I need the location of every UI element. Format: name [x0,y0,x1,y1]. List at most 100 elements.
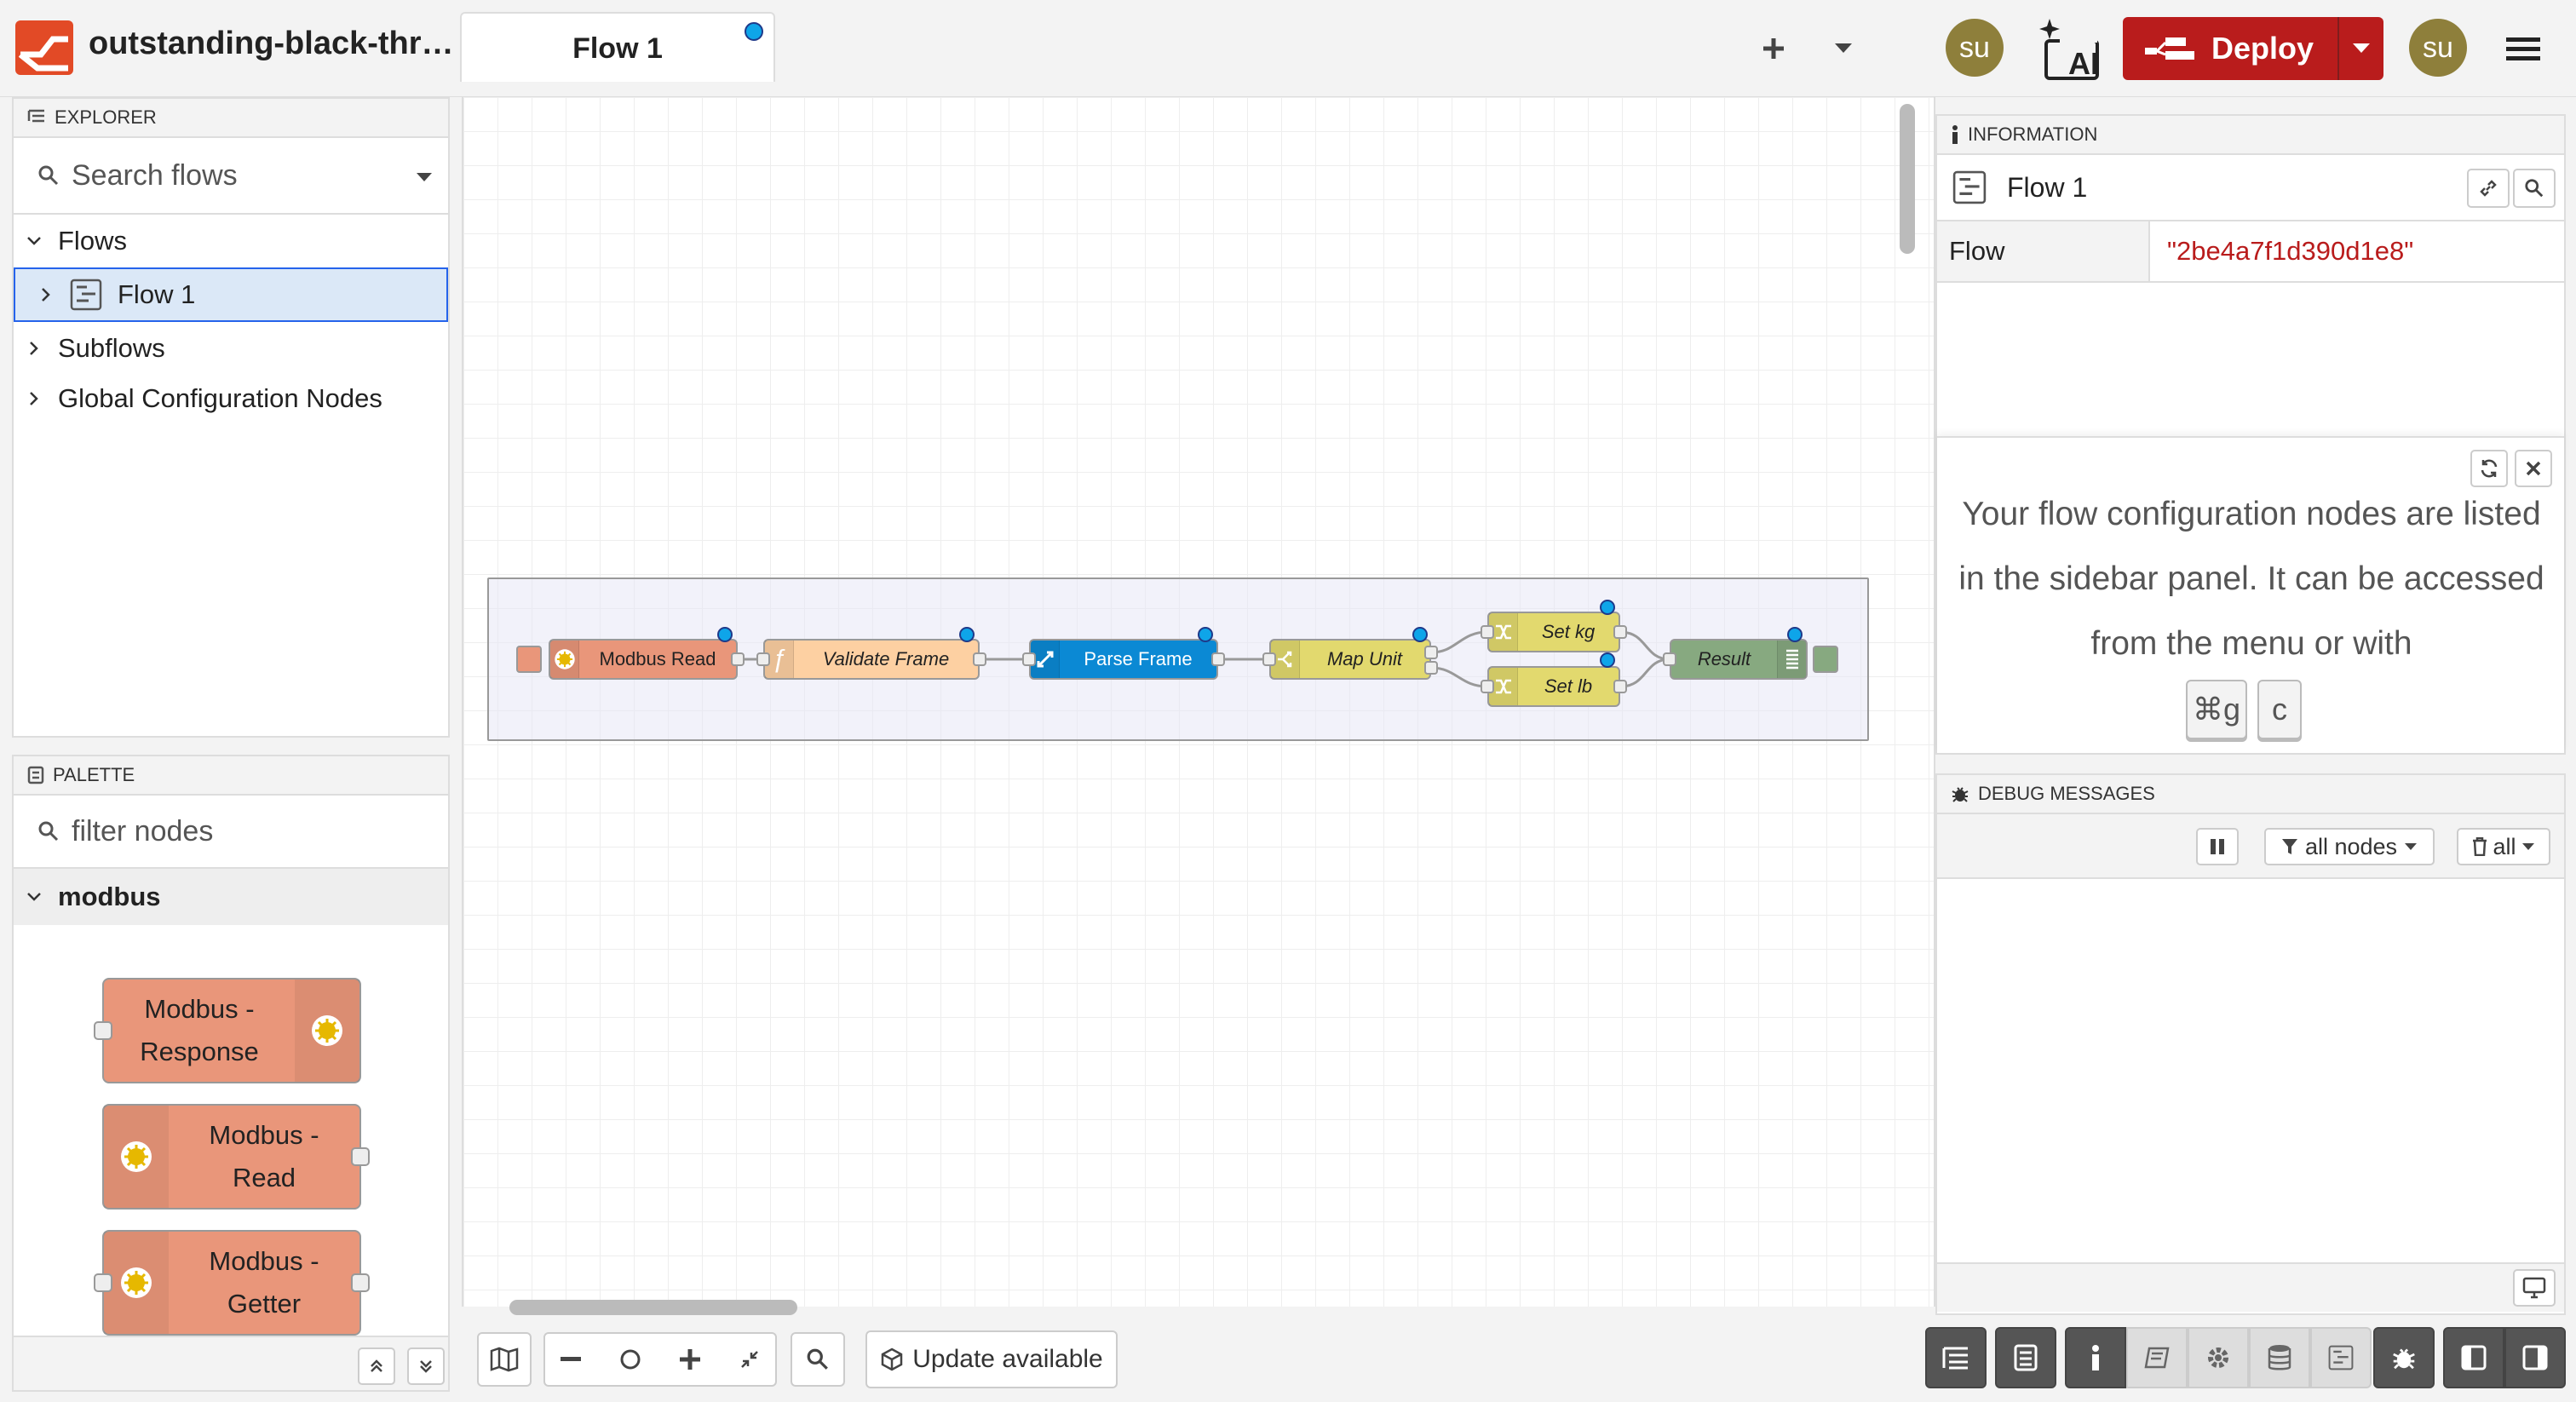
input-port[interactable] [756,652,770,666]
tip-text: Your flow configuration nodes are listed… [1958,496,2544,662]
flow-icon [2328,1345,2354,1370]
changed-dot [1198,627,1213,642]
zoom-reset-button[interactable] [605,1348,656,1370]
zoom-out-button[interactable] [545,1357,596,1362]
flow-node-modbus-read[interactable]: Modbus Read [549,639,738,680]
reveal-button[interactable] [2513,169,2556,208]
prop-key: Flow [1937,221,2150,281]
output-port[interactable] [1613,625,1627,639]
toggle-right-sidebar-button[interactable] [2504,1327,2566,1388]
flow-node-result[interactable]: Result [1670,639,1808,680]
prop-value: "2be4a7f1d390d1e8" [2167,236,2414,266]
sidebar-tab-help[interactable] [2126,1327,2188,1388]
info-icon [1952,125,1958,144]
tree-icon [1942,1347,1968,1370]
modbus-icon [550,641,579,678]
input-port[interactable] [1481,680,1494,693]
flow-node-parse-frame[interactable]: Parse Frame [1029,639,1218,680]
pause-debug-button[interactable] [2196,828,2239,865]
compress-icon [741,1351,758,1368]
output-port[interactable] [1613,680,1627,693]
map-icon [490,1347,519,1372]
kbd-key-1: ⌘g [2186,680,2247,739]
flow-node-set-lb[interactable]: Set lb [1487,666,1620,707]
node-label: Modbus Read [599,648,716,669]
node-label: Parse Frame [1084,648,1193,669]
input-port[interactable] [1663,652,1676,666]
debug-filter-dropdown[interactable]: all nodes [2264,828,2435,865]
search-icon [807,1348,828,1370]
debug-toggle[interactable] [1813,646,1838,673]
sidebar-tab-palette[interactable] [1995,1327,2056,1388]
sidebar-tab-context[interactable] [2249,1327,2310,1388]
node-label: Set lb [1544,675,1593,697]
trash-icon [2473,837,2487,856]
database-icon [2268,1345,2291,1370]
sidebar-tab-explorer[interactable] [1925,1327,1987,1388]
bug-icon [1952,787,1969,802]
sidebar-tab-debug[interactable] [2373,1327,2435,1388]
input-port[interactable] [1481,625,1494,639]
update-available-button[interactable]: Update available [865,1330,1118,1388]
update-label: Update available [912,1345,1103,1373]
sidebar-left-icon [2461,1345,2487,1370]
minus-icon [561,1357,581,1361]
sidebar-tab-flows[interactable] [2310,1327,2372,1388]
debug-list-icon [1777,641,1806,678]
debug-header: DEBUG MESSAGES [1937,775,2564,814]
output-port[interactable] [731,652,745,666]
sidebar-tab-config[interactable] [2188,1327,2249,1388]
caret-down-icon [2405,843,2418,850]
sidebar-tab-info[interactable] [2065,1327,2126,1388]
info-title: INFORMATION [1968,124,2098,145]
search-icon [2525,179,2544,198]
zoom-controls [543,1332,777,1387]
debug-title: DEBUG MESSAGES [1978,783,2155,804]
changed-dot [959,627,975,642]
book-icon [2144,1347,2170,1369]
desktop-icon [2522,1277,2546,1299]
palette-icon [2014,1344,2038,1371]
debug-toolbar: all nodes all [1937,814,2564,879]
info-prop-row: Flow "2be4a7f1d390d1e8" [1937,221,2564,283]
copy-link-button[interactable] [2467,169,2510,208]
open-debug-window-button[interactable] [2513,1269,2556,1307]
navigator-button[interactable] [477,1332,532,1387]
output-port[interactable] [973,652,986,666]
changed-dot [1600,652,1615,668]
flow-node-set-kg[interactable]: Set kg [1487,612,1620,652]
flow-node-validate-frame[interactable]: ƒ Validate Frame [763,639,980,680]
flow-node-map-unit[interactable]: Map Unit [1269,639,1431,680]
output-port-2[interactable] [1424,661,1438,675]
changed-dot [1412,627,1428,642]
bug-icon [2393,1348,2415,1370]
inject-button[interactable] [516,646,542,673]
circle-icon [620,1349,641,1370]
clear-debug-dropdown[interactable]: all [2457,828,2550,865]
input-port[interactable] [1262,652,1276,666]
sidebar-right-icon [2522,1345,2548,1370]
debug-message-list[interactable] [1937,879,2564,1262]
filter-icon [2281,839,2297,854]
pause-icon [2211,839,2224,854]
changed-dot [717,627,733,642]
changed-dot [1600,600,1615,615]
output-port-1[interactable] [1424,646,1438,659]
info-panel: INFORMATION Flow 1 Flow "2be4a7f1d390d1e… [1935,114,2566,755]
link-icon [2480,180,2497,197]
search-canvas-button[interactable] [791,1332,845,1387]
refresh-icon [2481,459,2498,478]
plus-icon [680,1349,700,1370]
node-label: Result [1697,648,1751,669]
output-port[interactable] [1211,652,1225,666]
flow-icon [1952,170,1987,204]
input-port[interactable] [1022,652,1036,666]
close-icon [2526,461,2541,476]
zoom-in-button[interactable] [664,1349,716,1370]
info-flow-name: Flow 1 [2007,171,2088,203]
debug-panel: DEBUG MESSAGES all nodes all [1935,773,2566,1315]
debug-footer [1937,1262,2564,1312]
toggle-left-sidebar-button[interactable] [2443,1327,2504,1388]
zoom-fit-button[interactable] [724,1349,775,1370]
node-label: Set kg [1541,621,1596,642]
